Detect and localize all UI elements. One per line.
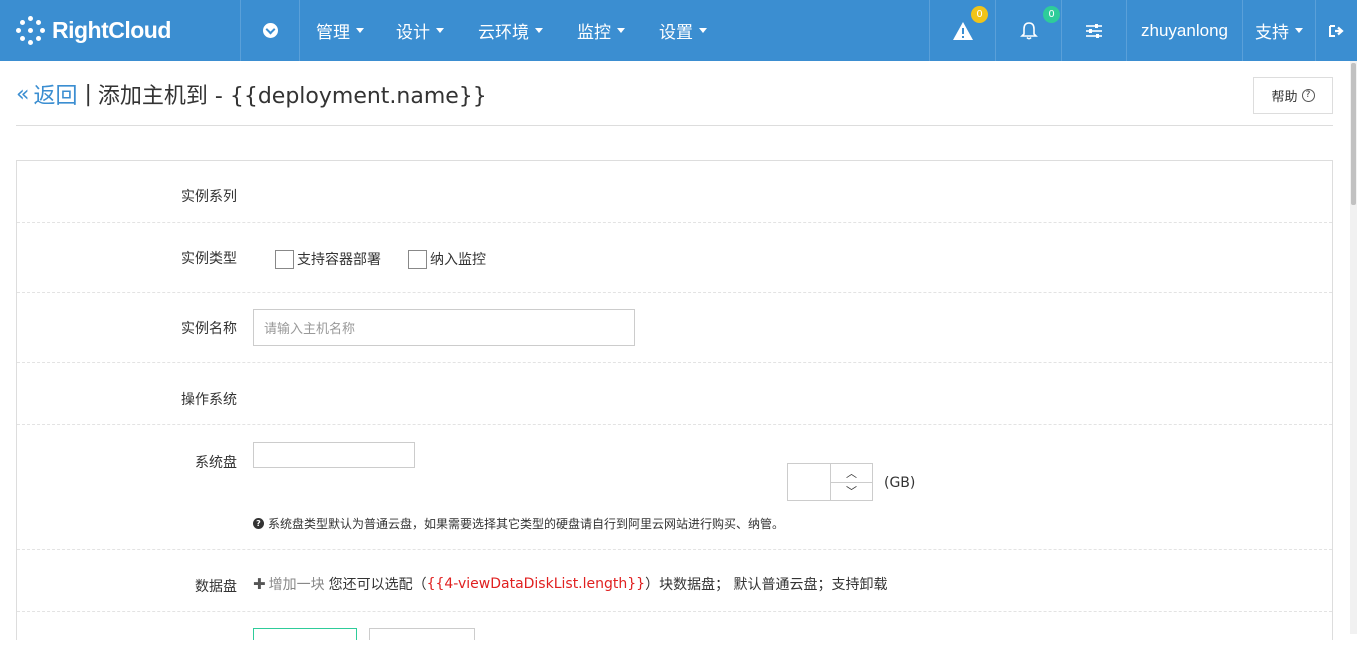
logout-icon: [1328, 24, 1344, 37]
back-label: 返回: [33, 84, 78, 109]
help-label: 帮助: [1271, 90, 1298, 105]
instance-series-label: 实例系列: [181, 189, 237, 205]
menu-label: 管理: [316, 23, 350, 43]
sliders-icon: [1086, 23, 1102, 38]
scrollbar-thumb[interactable]: [1351, 63, 1356, 205]
support-label: 支持: [1255, 23, 1289, 43]
top-navbar: RightCloud 管理 设计 云环境 监控 设置 0 0 zhuyanlon…: [0, 0, 1357, 61]
menu-manage[interactable]: 管理: [316, 18, 364, 43]
caret-down-icon: [1295, 28, 1303, 33]
user-menu[interactable]: zhuyanlong: [1126, 0, 1242, 61]
container-deploy-label: 支持容器部署: [297, 252, 381, 268]
notifications-button[interactable]: 0: [995, 0, 1061, 61]
stepper-down-button[interactable]: ﹀: [831, 481, 872, 501]
bell-icon: [1019, 21, 1038, 40]
chevron-up-icon: ︿: [846, 466, 857, 480]
row-disk-items: [17, 612, 1332, 652]
system-disk-size-stepper: ︿ ﹀: [787, 463, 873, 501]
double-chevron-left-icon: «: [16, 81, 30, 107]
chevron-down-circle-icon: [262, 23, 278, 38]
data-disk-label: 数据盘: [195, 579, 237, 595]
brand-name: RightCloud: [52, 17, 171, 43]
data-disk-info: ✚ 增加一块 您还可以选配（ {{4-viewDataDiskList.leng…: [253, 574, 888, 594]
instance-name-input[interactable]: 请输入主机名称: [253, 309, 635, 346]
system-disk-size-input[interactable]: [787, 463, 831, 501]
monitor-option: 纳入监控: [408, 249, 486, 269]
disk-tab-active[interactable]: [253, 628, 357, 640]
alerts-badge: 0: [971, 6, 988, 23]
caret-down-icon: [356, 28, 364, 33]
stepper-buttons: ︿ ﹀: [831, 463, 873, 501]
menu-monitor[interactable]: 监控: [577, 18, 625, 43]
add-data-disk-link[interactable]: ✚ 增加一块: [253, 574, 325, 594]
row-data-disk: 数据盘 ✚ 增加一块 您还可以选配（ {{4-viewDataDiskList.…: [17, 550, 1332, 612]
menu-label: 监控: [577, 23, 611, 43]
page-header: « 返回 | 添加主机到 - {{deployment.name}} 帮助 ?: [16, 61, 1333, 126]
rightcloud-logo-icon: [16, 15, 46, 46]
row-system-disk: 系统盘 ︿ ﹀ (GB) ? 系统盘类型默认为普通云盘，如果需要选择其它类型的硬…: [17, 425, 1332, 550]
plus-icon: ✚: [253, 575, 266, 593]
preferences-button[interactable]: [1061, 0, 1126, 61]
menu-label: 设置: [659, 23, 693, 43]
caret-down-icon: [535, 28, 543, 33]
caret-down-icon: [436, 28, 444, 33]
disk-tab[interactable]: [369, 628, 475, 640]
breadcrumb: « 返回 | 添加主机到 - {{deployment.name}}: [16, 78, 487, 110]
question-circle-icon: ?: [253, 518, 264, 529]
monitor-label: 纳入监控: [430, 252, 486, 268]
os-label: 操作系统: [181, 392, 237, 408]
menu-label: 设计: [396, 23, 430, 43]
nav-toggle-button[interactable]: [241, 0, 300, 61]
row-instance-name: 实例名称 请输入主机名称: [17, 293, 1332, 363]
container-deploy-checkbox[interactable]: [275, 249, 294, 269]
chevron-down-icon: ﹀: [846, 485, 857, 499]
menu-label: 云环境: [478, 23, 529, 43]
caret-down-icon: [617, 28, 625, 33]
disk-unit: (GB): [884, 475, 916, 491]
data-disk-expression: {{4-viewDataDiskList.length}}: [426, 576, 646, 592]
system-disk-note: ? 系统盘类型默认为普通云盘，如果需要选择其它类型的硬盘请自行到阿里云网站进行购…: [253, 515, 784, 532]
page-title: 添加主机到 - {{deployment.name}}: [97, 84, 487, 109]
container-deploy-option: 支持容器部署: [275, 249, 381, 269]
row-instance-type: 实例类型 支持容器部署 纳入监控: [17, 223, 1332, 293]
main-menu: 管理 设计 云环境 监控 设置: [300, 0, 709, 61]
row-os: 操作系统: [17, 363, 1332, 425]
menu-settings[interactable]: 设置: [659, 18, 707, 43]
system-disk-type-select[interactable]: [253, 442, 415, 468]
help-button[interactable]: 帮助 ?: [1253, 77, 1333, 114]
username: zhuyanlong: [1141, 20, 1228, 40]
instance-type-label: 实例类型: [181, 251, 237, 267]
back-link[interactable]: « 返回: [16, 78, 77, 110]
notifications-badge: 0: [1043, 6, 1060, 23]
data-disk-text-2: ）块数据盘； 默认普通云盘；支持卸载: [645, 577, 888, 593]
question-circle-icon: ?: [1301, 89, 1315, 102]
menu-cloud-env[interactable]: 云环境: [478, 18, 543, 43]
support-menu[interactable]: 支持: [1242, 0, 1315, 61]
caret-down-icon: [699, 28, 707, 33]
brand[interactable]: RightCloud: [0, 0, 241, 61]
logout-button[interactable]: [1315, 0, 1357, 61]
monitor-checkbox[interactable]: [408, 249, 427, 269]
alerts-button[interactable]: 0: [929, 0, 995, 61]
warning-icon: [952, 21, 973, 40]
row-instance-series: 实例系列: [17, 161, 1332, 223]
system-disk-label: 系统盘: [195, 455, 237, 471]
add-block-label: 增加一块: [268, 577, 325, 593]
instance-name-label: 实例名称: [181, 321, 237, 337]
host-form-panel: 实例系列 实例类型 支持容器部署 纳入监控 实例名称 请输入主机名称 操作系统 …: [16, 160, 1333, 640]
stepper-up-button[interactable]: ︿: [831, 464, 872, 482]
title-separator: |: [84, 81, 92, 107]
menu-design[interactable]: 设计: [396, 18, 444, 43]
topbar-right: 0 0 zhuyanlong 支持: [929, 0, 1357, 61]
system-disk-note-text: 系统盘类型默认为普通云盘，如果需要选择其它类型的硬盘请自行到阿里云网站进行购买、…: [268, 517, 785, 531]
data-disk-text-1: 您还可以选配（: [328, 577, 427, 593]
